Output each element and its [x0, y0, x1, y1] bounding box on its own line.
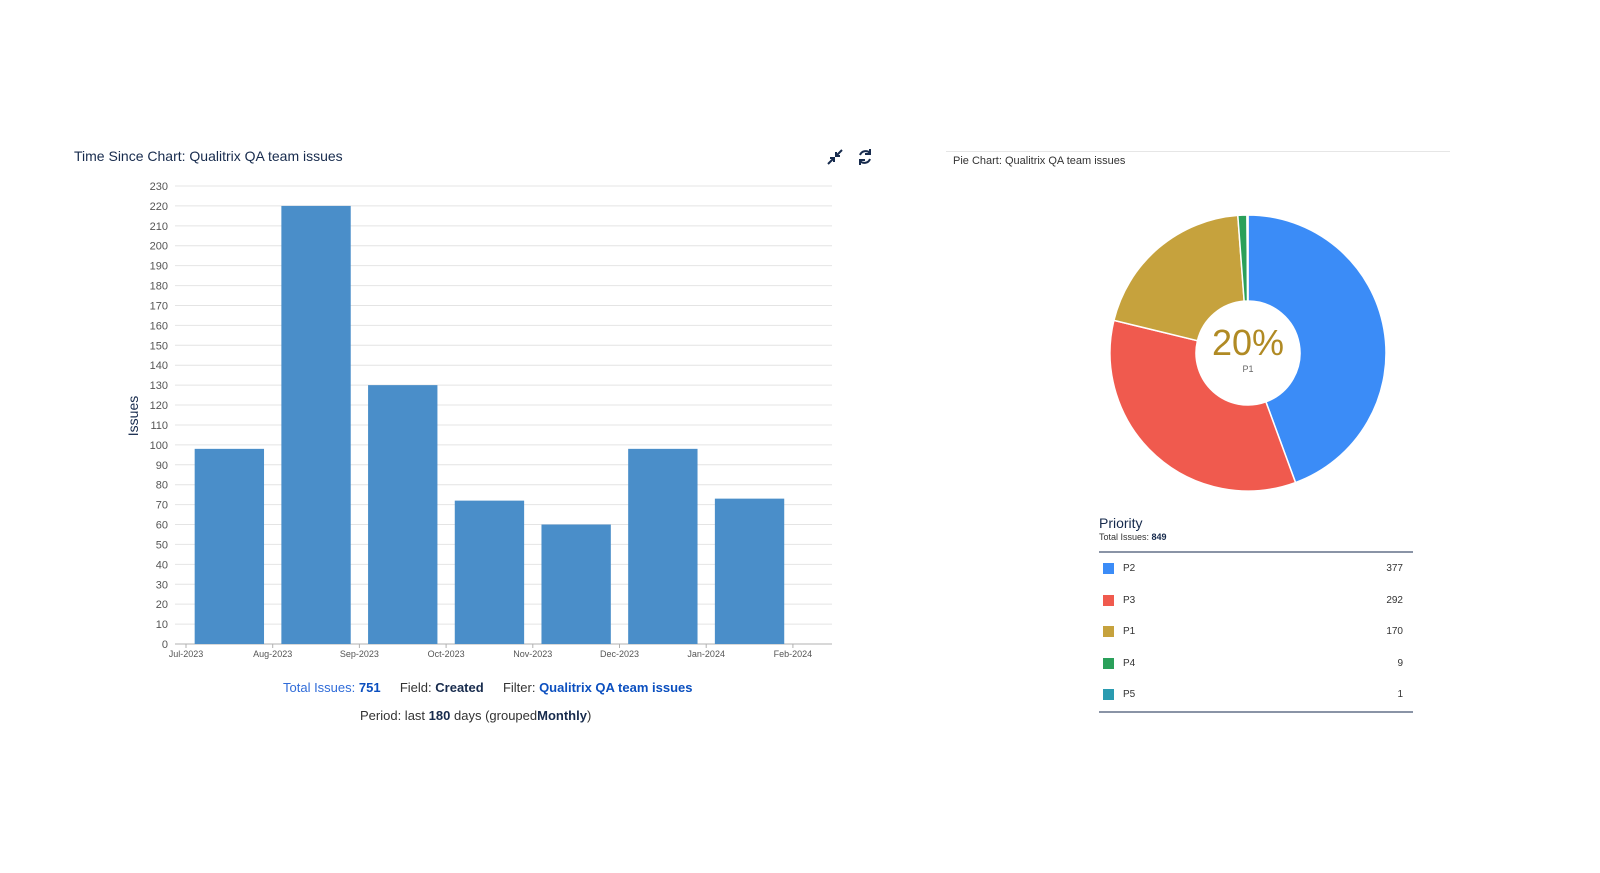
legend-label: P1: [1123, 626, 1136, 638]
legend-count: 377: [1386, 563, 1403, 575]
legend-count: 292: [1386, 594, 1403, 606]
pie-slice-p5[interactable]: [1246, 214, 1249, 302]
legend-swatch: [1103, 657, 1114, 669]
field-value: Created: [435, 680, 484, 695]
period-suffix: ): [586, 708, 592, 723]
y-tick-label: 230: [150, 181, 168, 193]
y-tick-label: 50: [156, 539, 168, 551]
y-tick-label: 90: [156, 460, 168, 472]
bar[interactable]: [541, 524, 611, 644]
bar-chart-x-ticks: Jul-2023 Aug-2023 Sep-2023 Oct-2023 Nov-2023…: [169, 644, 812, 659]
x-tick-label: Nov-2023: [513, 649, 552, 659]
filter-link[interactable]: Qualitrix QA team issues: [539, 680, 692, 695]
legend-item-p5[interactable]: P5 1: [1099, 679, 1413, 711]
y-tick-label: 80: [156, 480, 168, 492]
y-tick-label: 120: [150, 400, 168, 412]
y-tick-label: 160: [150, 320, 168, 332]
bar-chart-y-axis-label: Issues: [125, 396, 141, 436]
x-tick-label: Feb-2024: [774, 649, 813, 659]
y-tick-label: 170: [150, 300, 168, 312]
legend-swatch: [1103, 689, 1114, 701]
y-tick-label: 200: [150, 241, 168, 253]
legend-item-p2[interactable]: P2 377: [1099, 553, 1413, 585]
y-tick-label: 70: [156, 500, 168, 512]
period-mid: days (grouped: [454, 708, 538, 723]
legend-divider: [1099, 710, 1413, 713]
period-days: 180: [428, 708, 451, 723]
total-issues-value[interactable]: 751: [359, 680, 381, 695]
total-issues-label: Total Issues:: [283, 680, 356, 695]
legend-item-p3[interactable]: P3 292: [1099, 585, 1413, 617]
bar[interactable]: [628, 448, 698, 644]
pie-center-percentage: 20%: [1211, 322, 1285, 363]
bar-chart-footer-period: Period: last 180 days (groupedMonthly): [360, 708, 591, 723]
legend-swatch: [1103, 594, 1114, 606]
y-tick-label: 180: [150, 281, 168, 293]
legend-label: P2: [1123, 563, 1136, 575]
y-tick-label: 60: [156, 520, 168, 532]
period-group: Monthly: [537, 708, 587, 723]
y-tick-label: 0: [162, 639, 168, 651]
pie-gadget-divider: [946, 151, 1450, 152]
y-tick-label: 40: [156, 559, 168, 571]
y-tick-label: 150: [150, 340, 168, 352]
legend-label: P4: [1123, 657, 1136, 669]
y-tick-label: 220: [150, 201, 168, 213]
y-tick-label: 10: [156, 619, 168, 631]
field-label: Field:: [399, 680, 432, 695]
y-tick-label: 210: [150, 221, 168, 233]
legend-count: 1: [1397, 689, 1403, 701]
legend-total: Total Issues: 849: [1099, 532, 1413, 542]
legend-count: 170: [1386, 626, 1403, 638]
y-tick-label: 30: [156, 579, 168, 591]
legend-label: P3: [1123, 594, 1136, 606]
legend-swatch: [1103, 563, 1114, 575]
bar[interactable]: [714, 498, 785, 644]
x-tick-label: Sep-2023: [340, 649, 379, 659]
filter-label: Filter:: [502, 680, 536, 695]
bar[interactable]: [454, 500, 525, 644]
x-tick-label: Jul-2023: [169, 649, 204, 659]
legend-item-p4[interactable]: P4 9: [1099, 648, 1413, 680]
bar-chart: 0 10 20 30 40 50 60 70 80 90 100 110 120 130 140 150 160…: [125, 181, 832, 659]
bar[interactable]: [194, 448, 265, 644]
legend-count: 9: [1397, 657, 1403, 669]
period-prefix: Period: last: [360, 708, 426, 723]
x-tick-label: Jan-2024: [687, 649, 725, 659]
legend-swatch: [1103, 626, 1114, 638]
x-tick-label: Aug-2023: [253, 649, 292, 659]
y-tick-label: 190: [150, 261, 168, 273]
y-tick-label: 20: [156, 599, 168, 611]
bar[interactable]: [368, 385, 438, 644]
legend-title: Priority: [1099, 515, 1143, 531]
pie-legend: Priority Total Issues: 849 P2 377 P3 292 P1 1…: [1099, 515, 1413, 713]
y-tick-label: 130: [150, 380, 168, 392]
legend-label: P5: [1123, 689, 1136, 701]
y-tick-label: 100: [150, 440, 168, 452]
legend-item-p1[interactable]: P1 170: [1099, 616, 1413, 648]
legend-total-label: Total Issues:: [1099, 532, 1150, 542]
legend-rows: P2 377 P3 292 P1 170 P4 9 P5 1: [1099, 553, 1413, 711]
pie-chart-title: Pie Chart: Qualitrix QA team issues: [953, 155, 1126, 167]
x-tick-label: Dec-2023: [600, 649, 639, 659]
x-tick-label: Oct-2023: [428, 649, 465, 659]
bar-chart-footer-summary: Total Issues: 751 Field: Created Filter:…: [283, 680, 692, 695]
legend-total-value: 849: [1151, 532, 1167, 542]
pie-center-label: P1: [1242, 364, 1254, 374]
y-tick-label: 140: [150, 360, 168, 372]
y-tick-label: 110: [150, 420, 168, 432]
bar[interactable]: [281, 205, 351, 645]
bar-chart-y-ticks: 0 10 20 30 40 50 60 70 80 90 100 110 120 130 140 150 160…: [150, 181, 168, 651]
